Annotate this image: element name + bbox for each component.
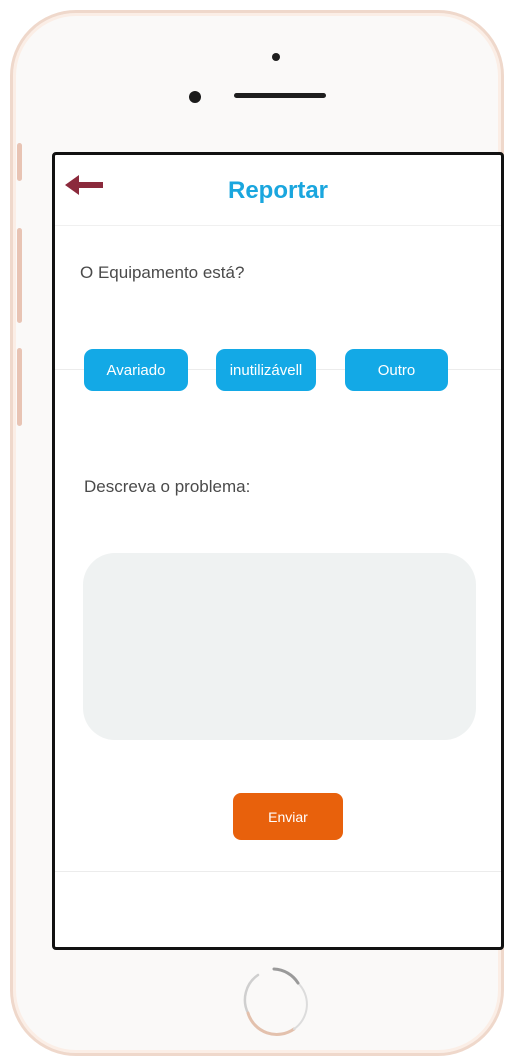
mute-switch [17, 143, 22, 181]
home-button[interactable] [238, 963, 314, 1039]
option-avariado-button[interactable]: Avariado [84, 349, 188, 391]
phone-frame: Reportar O Equipamento está? Avariado in… [10, 10, 504, 1056]
app-screen: Reportar O Equipamento está? Avariado in… [52, 152, 504, 950]
volume-down-button [17, 348, 22, 426]
earpiece-speaker [234, 93, 326, 98]
front-camera [189, 91, 201, 103]
option-inutilizavel-button[interactable]: inutilizávell [216, 349, 316, 391]
sensor-dot [272, 53, 280, 61]
submit-button[interactable]: Enviar [233, 793, 343, 840]
option-outro-button[interactable]: Outro [345, 349, 448, 391]
app-header: Reportar [55, 155, 501, 226]
describe-problem-label: Descreva o problema: [84, 477, 251, 496]
footer-divider [55, 871, 501, 872]
page-title: Reportar [227, 177, 329, 204]
volume-up-button [17, 228, 22, 323]
equipment-status-question: O Equipamento está? [80, 263, 245, 282]
problem-description-field[interactable] [83, 553, 476, 740]
